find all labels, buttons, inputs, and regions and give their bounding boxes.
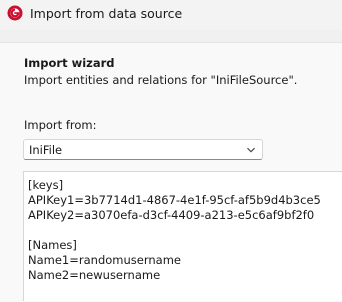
window-title: Import from data source (30, 6, 183, 21)
chevron-down-icon (247, 147, 255, 153)
content-line: Name1=randomusername (28, 253, 181, 267)
content-line: [Names] (28, 238, 77, 252)
title-bar: Import from data source (0, 0, 342, 30)
import-from-dropdown[interactable]: IniFile (23, 139, 263, 160)
content-line: [keys] (28, 178, 64, 192)
file-content-textarea[interactable]: [keys] APIKey1=3b7714d1-4867-4e1f-95cf-a… (23, 171, 342, 301)
content-line: Name2=newusername (28, 268, 161, 282)
wizard-heading: Import wizard (24, 56, 115, 70)
app-logo-icon (7, 5, 23, 21)
content-line: APIKey2=a3070efa-d3cf-4409-a213-e5c6af9b… (28, 208, 315, 222)
import-from-label: Import from: (24, 118, 97, 132)
import-from-selected-value: IniFile (29, 143, 63, 157)
wizard-description: Import entities and relations for "IniFi… (24, 73, 298, 87)
content-line: APIKey1=3b7714d1-4867-4e1f-95cf-af5b9d4b… (28, 193, 321, 207)
